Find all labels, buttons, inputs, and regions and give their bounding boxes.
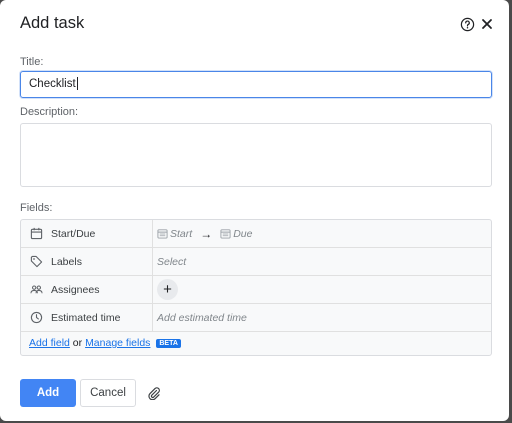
field-row-labels: Labels Select	[21, 248, 491, 276]
field-name-assignees: Assignees	[21, 276, 153, 303]
fields-table: Start/Due Start → Due Labels Select Assi…	[20, 219, 492, 356]
calendar-icon	[157, 229, 168, 239]
add-assignee-button[interactable]: +	[157, 279, 178, 300]
people-icon	[30, 285, 43, 294]
cancel-button[interactable]: Cancel	[80, 379, 136, 407]
field-row-assignees: Assignees +	[21, 276, 491, 304]
description-label: Description:	[20, 106, 79, 118]
tag-icon	[30, 255, 43, 268]
help-circle-icon[interactable]	[460, 17, 475, 32]
start-due-value[interactable]: Start → Due	[153, 220, 491, 247]
field-row-start-due: Start/Due Start → Due	[21, 220, 491, 248]
beta-badge: BETA	[156, 338, 181, 348]
clock-icon	[30, 311, 43, 324]
field-name-start-due: Start/Due	[21, 220, 153, 247]
paperclip-icon[interactable]	[147, 386, 161, 400]
or-text: or	[72, 337, 83, 349]
add-task-dialog: Add task Title: Checklist Description: F…	[0, 0, 509, 421]
calendar-icon	[30, 227, 43, 240]
field-name-labels: Labels	[21, 248, 153, 275]
field-label-estimated-time: Estimated time	[51, 311, 121, 324]
labels-select[interactable]: Select	[153, 248, 491, 275]
add-button[interactable]: Add	[20, 379, 76, 407]
plus-icon: +	[163, 281, 172, 298]
field-label-assignees: Assignees	[51, 283, 100, 296]
assignees-value: +	[153, 276, 491, 303]
title-input-value: Checklist	[29, 78, 76, 90]
text-caret	[76, 77, 78, 91]
estimated-time-input[interactable]: Add estimated time	[153, 304, 491, 331]
description-input[interactable]	[20, 123, 492, 187]
due-date-field[interactable]: Due	[233, 228, 252, 240]
title-label: Title:	[20, 56, 44, 68]
field-label-labels: Labels	[51, 255, 82, 268]
calendar-icon	[220, 229, 231, 239]
close-icon[interactable]	[480, 17, 494, 31]
start-date-field[interactable]: Start	[170, 228, 192, 240]
manage-fields-link[interactable]: Manage fields	[85, 337, 150, 349]
dialog-title: Add task	[20, 14, 85, 32]
arrow-right-icon: →	[200, 226, 213, 241]
add-field-link[interactable]: Add field	[29, 337, 70, 349]
title-input[interactable]: Checklist	[20, 71, 492, 98]
fields-footer: Add field or Manage fields BETA	[29, 337, 181, 349]
field-label-start-due: Start/Due	[51, 227, 96, 240]
estimated-time-placeholder: Add estimated time	[157, 311, 247, 324]
field-name-estimated-time: Estimated time	[21, 304, 153, 331]
field-row-estimated-time: Estimated time Add estimated time	[21, 304, 491, 332]
fields-label: Fields:	[20, 202, 53, 214]
labels-placeholder: Select	[157, 255, 187, 268]
